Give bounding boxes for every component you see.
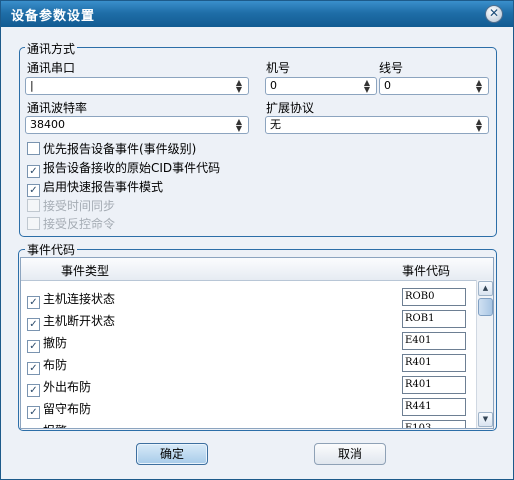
ext-protocol-value: 无 xyxy=(270,118,281,131)
checkbox-checked-icon[interactable]: ✓ xyxy=(27,165,40,178)
line-no-label: 线号 xyxy=(379,61,404,75)
event-code-input[interactable]: E401 xyxy=(402,332,466,350)
scroll-up-button[interactable]: ▲ xyxy=(478,281,493,296)
event-type-label: 主机连接状态 xyxy=(43,292,116,306)
checkbox-checked-icon[interactable]: ✓ xyxy=(27,384,40,397)
serial-port-label: 通讯串口 xyxy=(27,61,76,75)
event-type-label: 主机断开状态 xyxy=(43,314,116,328)
option-priority-events[interactable]: 优先报告设备事件(事件级别) xyxy=(27,140,196,156)
scroll-thumb[interactable] xyxy=(478,298,493,316)
list-item[interactable]: ✓ 撤防 E401 xyxy=(21,331,477,353)
event-code-list[interactable]: 事件类型 事件代码 ✓ 主机连接状态 ROB0 ✓ 主机断开状态 ROB1 ✓ 撤防 … xyxy=(20,257,494,429)
option-fast-report[interactable]: ✓ 启用快速报告事件模式 xyxy=(27,178,164,197)
chevron-updown-icon: ▲ ▼ xyxy=(363,78,371,94)
close-button[interactable]: ✕ xyxy=(485,5,503,23)
title-bar[interactable]: 设备参数设置 ✕ xyxy=(1,1,513,27)
close-icon: ✕ xyxy=(488,6,500,20)
list-header: 事件类型 事件代码 xyxy=(21,258,493,281)
serial-port-combo[interactable]: | ▲ ▼ xyxy=(25,77,249,95)
chevron-updown-icon: ▲ ▼ xyxy=(475,117,483,133)
vertical-scrollbar[interactable]: ▲ ▼ xyxy=(476,280,493,428)
list-item[interactable]: ✓ 主机连接状态 ROB0 xyxy=(21,287,477,309)
col-event-type[interactable]: 事件类型 xyxy=(61,262,109,279)
event-type-cell[interactable]: ✓ 主机断开状态 xyxy=(27,312,115,331)
option-reverse-control: 接受反控命令 xyxy=(27,215,115,231)
col-event-code[interactable]: 事件代码 xyxy=(402,262,450,279)
baud-rate-combo[interactable]: 38400 ▲ ▼ xyxy=(25,116,249,134)
baud-rate-label: 通讯波特率 xyxy=(27,101,88,115)
event-type-cell[interactable]: ✓ 撤防 xyxy=(27,334,67,353)
chevron-updown-icon: ▲ ▼ xyxy=(235,78,243,94)
event-code-input[interactable]: E103 xyxy=(402,420,466,428)
baud-rate-value: 38400 xyxy=(30,118,65,131)
event-type-label: 报警 xyxy=(43,424,67,428)
event-type-cell[interactable]: ✓ 外出布防 xyxy=(27,378,91,397)
machine-no-label: 机号 xyxy=(266,61,291,75)
ext-protocol-combo[interactable]: 无 ▲ ▼ xyxy=(265,116,489,134)
ext-protocol-label: 扩展协议 xyxy=(266,101,315,115)
comm-legend: 通讯方式 xyxy=(25,40,78,57)
event-type-cell[interactable]: ✓报警 xyxy=(27,422,67,429)
machine-no-combo[interactable]: 0 ▲ ▼ xyxy=(265,77,377,95)
event-code-input[interactable]: ROB0 xyxy=(402,288,466,306)
event-type-cell[interactable]: ✓ 主机连接状态 xyxy=(27,290,115,309)
event-type-cell[interactable]: ✓ 布防 xyxy=(27,356,67,375)
list-item[interactable]: ✓报警 E103 xyxy=(21,419,477,429)
ok-button[interactable]: 确定 xyxy=(136,443,208,465)
event-type-label: 外出布防 xyxy=(43,380,92,394)
event-type-label: 布防 xyxy=(43,358,68,372)
event-code-input[interactable]: R441 xyxy=(402,398,466,416)
option-label: 报告设备接收的原始CID事件代码 xyxy=(43,161,221,175)
event-code-input[interactable]: R401 xyxy=(402,376,466,394)
list-item[interactable]: ✓ 主机断开状态 ROB1 xyxy=(21,309,477,331)
line-no-value: 0 xyxy=(384,79,391,92)
event-type-label: 留守布防 xyxy=(43,402,92,416)
option-time-sync: 接受时间同步 xyxy=(27,197,115,213)
event-code-input[interactable]: R401 xyxy=(402,354,466,372)
option-label: 接受时间同步 xyxy=(43,199,116,213)
checkbox-checked-icon[interactable]: ✓ xyxy=(27,362,40,375)
event-type-cell[interactable]: ✓ 留守布防 xyxy=(27,400,91,419)
option-label: 启用快速报告事件模式 xyxy=(43,180,164,194)
checkbox-checked-icon[interactable]: ✓ xyxy=(27,340,40,353)
cancel-button[interactable]: 取消 xyxy=(314,443,386,465)
checkbox-icon xyxy=(27,217,40,230)
checkbox-checked-icon[interactable]: ✓ xyxy=(27,296,40,309)
list-item[interactable]: ✓ 布防 R401 xyxy=(21,353,477,375)
chevron-updown-icon: ▲ ▼ xyxy=(475,78,483,94)
scroll-down-button[interactable]: ▼ xyxy=(478,412,493,427)
line-no-combo[interactable]: 0 ▲ ▼ xyxy=(379,77,489,95)
option-raw-cid[interactable]: ✓ 报告设备接收的原始CID事件代码 xyxy=(27,159,221,178)
list-item[interactable]: ✓ 外出布防 R401 xyxy=(21,375,477,397)
checkbox-checked-icon[interactable]: ✓ xyxy=(27,318,40,331)
window-title: 设备参数设置 xyxy=(11,9,96,24)
checkbox-icon[interactable] xyxy=(27,142,40,155)
option-label: 优先报告设备事件(事件级别) xyxy=(43,142,197,156)
checkbox-checked-icon[interactable]: ✓ xyxy=(27,406,40,419)
event-code-legend: 事件代码 xyxy=(25,241,78,258)
checkbox-checked-icon[interactable]: ✓ xyxy=(27,184,40,197)
list-item[interactable]: ✓ 留守布防 R441 xyxy=(21,397,477,419)
serial-port-value: | xyxy=(30,79,34,92)
event-type-label: 撤防 xyxy=(43,336,68,350)
machine-no-value: 0 xyxy=(270,79,277,92)
checkbox-icon xyxy=(27,199,40,212)
event-code-input[interactable]: ROB1 xyxy=(402,310,466,328)
chevron-updown-icon: ▲ ▼ xyxy=(235,117,243,133)
checkbox-checked-icon[interactable]: ✓ xyxy=(27,428,40,429)
device-params-dialog: 设备参数设置 ✕ 通讯方式 通讯串口 | ▲ ▼ 机号 0 ▲ ▼ 线号 0 ▲ ▼ … xyxy=(0,0,514,480)
option-label: 接受反控命令 xyxy=(43,217,116,231)
